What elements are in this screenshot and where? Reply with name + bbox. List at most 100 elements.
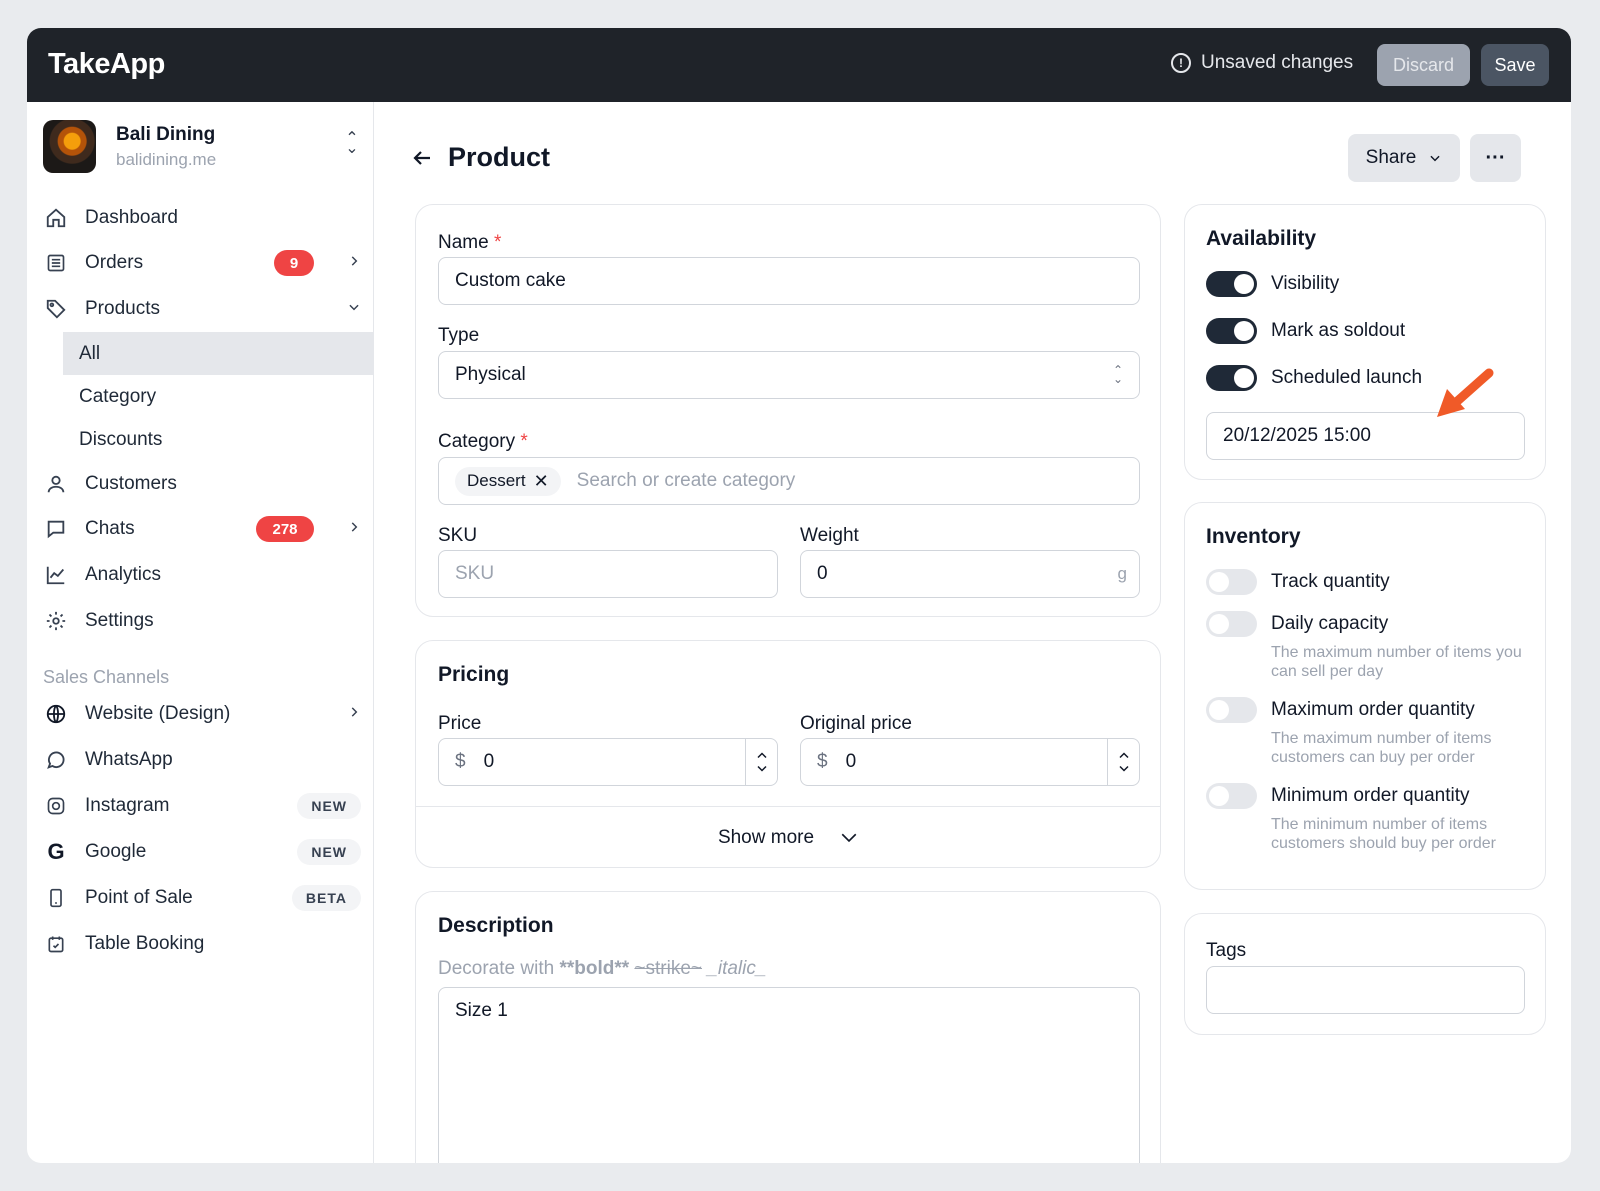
sidebar-item-chats[interactable]: Chats 278 xyxy=(43,508,361,550)
sidebar-item-whatsapp[interactable]: WhatsApp xyxy=(43,739,361,781)
share-button[interactable]: Share xyxy=(1348,134,1460,182)
chevron-right-icon xyxy=(347,520,361,539)
chevron-down-icon xyxy=(347,300,361,319)
sidebar-item-label: Table Booking xyxy=(85,933,205,954)
weight-input[interactable]: 0 g xyxy=(800,550,1140,598)
chevron-up-icon[interactable] xyxy=(756,750,768,760)
chart-line-icon xyxy=(43,562,69,588)
store-domain: balidining.me xyxy=(116,150,217,169)
sidebar-item-label: Analytics xyxy=(85,564,162,585)
sidebar-item-pos[interactable]: Point of Sale BETA xyxy=(43,877,361,919)
sidebar-item-products[interactable]: Products xyxy=(43,288,361,330)
weight-value: 0 xyxy=(817,563,828,584)
unsaved-text: Unsaved changes xyxy=(1201,52,1354,73)
sidebar-item-orders[interactable]: Orders 9 xyxy=(43,242,361,284)
original-price-value: 0 xyxy=(845,751,857,772)
sidebar-subitem-discounts[interactable]: Discounts xyxy=(63,418,374,461)
original-price-input[interactable]: $ 0 xyxy=(800,738,1140,786)
hint-prefix: Decorate with xyxy=(438,958,560,979)
hint-strike: ~strike~ xyxy=(634,958,703,979)
pricing-card: Pricing Price $ 0 Original price $ 0 Sho… xyxy=(415,640,1161,868)
share-label: Share xyxy=(1365,147,1417,168)
description-card: Description Decorate with **bold** ~stri… xyxy=(415,891,1161,1163)
sidebar-item-instagram[interactable]: Instagram NEW xyxy=(43,785,361,827)
daily-capacity-toggle[interactable] xyxy=(1206,611,1257,637)
availability-title: Availability xyxy=(1206,227,1317,250)
page-title: Product xyxy=(448,142,551,172)
save-button[interactable]: Save xyxy=(1481,44,1549,86)
sidebar-item-label: Website (Design) xyxy=(85,703,231,724)
price-stepper[interactable] xyxy=(745,739,777,785)
description-title: Description xyxy=(438,914,554,937)
calendar-check-icon xyxy=(43,931,69,957)
chevron-down-icon xyxy=(841,833,857,842)
chevron-down-icon xyxy=(1430,155,1440,162)
scheduled-launch-toggle[interactable] xyxy=(1206,365,1257,391)
max-order-label: Maximum order quantity xyxy=(1271,699,1475,720)
tags-card: Tags xyxy=(1184,913,1546,1035)
min-order-toggle[interactable] xyxy=(1206,783,1257,809)
original-price-stepper[interactable] xyxy=(1107,739,1139,785)
chevron-up-icon[interactable] xyxy=(1118,750,1130,760)
soldout-toggle[interactable] xyxy=(1206,318,1257,344)
user-icon xyxy=(43,471,69,497)
description-textarea[interactable]: Size 1 xyxy=(438,987,1140,1163)
sidebar-item-website[interactable]: Website (Design) xyxy=(43,693,361,735)
price-input[interactable]: $ 0 xyxy=(438,738,778,786)
show-more-button[interactable]: Show more xyxy=(416,807,1160,868)
more-options-button[interactable]: ··· xyxy=(1470,134,1521,182)
sidebar-item-settings[interactable]: Settings xyxy=(43,600,361,642)
store-name: Bali Dining xyxy=(116,124,216,145)
phone-icon xyxy=(43,885,69,911)
sidebar-item-label: WhatsApp xyxy=(85,749,173,770)
availability-card: Availability Visibility Mark as soldout … xyxy=(1184,204,1546,480)
min-order-help: The minimum number of items customers sh… xyxy=(1271,816,1496,852)
sidebar-item-analytics[interactable]: Analytics xyxy=(43,554,361,596)
alert-circle-icon: ! xyxy=(1171,53,1191,73)
type-label: Type xyxy=(438,325,480,346)
visibility-label: Visibility xyxy=(1271,273,1340,294)
back-arrow-icon[interactable] xyxy=(410,146,434,177)
inventory-title: Inventory xyxy=(1206,525,1301,548)
track-quantity-toggle[interactable] xyxy=(1206,569,1257,595)
original-price-currency: $ xyxy=(817,751,828,772)
receipt-icon xyxy=(43,250,69,276)
chevron-down-icon[interactable] xyxy=(1118,764,1130,774)
sidebar-subitem-category[interactable]: Category xyxy=(63,375,374,418)
tags-input[interactable] xyxy=(1206,966,1525,1014)
description-value: Size 1 xyxy=(455,1000,508,1021)
sidebar-item-google[interactable]: G Google NEW xyxy=(43,831,361,873)
track-quantity-label: Track quantity xyxy=(1271,571,1390,592)
app-window: TakeApp ! Unsaved changes Discard Save B… xyxy=(27,28,1571,1163)
max-order-help: The maximum number of items customers ca… xyxy=(1271,730,1492,766)
weight-label: Weight xyxy=(800,525,859,546)
price-currency: $ xyxy=(455,751,466,772)
new-badge: NEW xyxy=(297,839,361,865)
visibility-toggle[interactable] xyxy=(1206,271,1257,297)
sidebar: Bali Dining balidining.me ⌃ ⌄ Dashboard O… xyxy=(27,102,374,1163)
type-value: Physical xyxy=(455,364,526,385)
sidebar-item-label: Customers xyxy=(85,473,177,494)
max-order-toggle[interactable] xyxy=(1206,697,1257,723)
original-price-label: Original price xyxy=(800,713,912,734)
name-label: Name * xyxy=(438,232,502,253)
sidebar-item-customers[interactable]: Customers xyxy=(43,463,361,505)
store-avatar xyxy=(43,120,96,173)
type-select[interactable]: Physical ⌃ ⌄ xyxy=(438,351,1140,399)
globe-icon xyxy=(43,701,69,727)
discard-button[interactable]: Discard xyxy=(1377,44,1470,86)
sidebar-item-dashboard[interactable]: Dashboard xyxy=(43,197,361,239)
sidebar-item-table-booking[interactable]: Table Booking xyxy=(43,923,361,965)
sidebar-subitem-all[interactable]: All xyxy=(63,332,374,375)
store-switcher[interactable]: Bali Dining balidining.me ⌃ ⌄ xyxy=(43,120,361,174)
category-search-placeholder: Search or create category xyxy=(576,470,796,491)
weight-unit: g xyxy=(1117,564,1127,583)
sku-input[interactable]: SKU xyxy=(438,550,778,598)
category-input[interactable]: Dessert ✕ Search or create category xyxy=(438,457,1140,505)
name-input[interactable]: Custom cake xyxy=(438,257,1140,305)
pricing-title: Pricing xyxy=(438,663,510,686)
chevron-down-icon[interactable] xyxy=(756,764,768,774)
chevron-right-icon xyxy=(347,705,361,724)
close-icon[interactable]: ✕ xyxy=(534,471,549,492)
formatting-hint: Decorate with **bold** ~strike~ _italic_ xyxy=(438,958,766,980)
